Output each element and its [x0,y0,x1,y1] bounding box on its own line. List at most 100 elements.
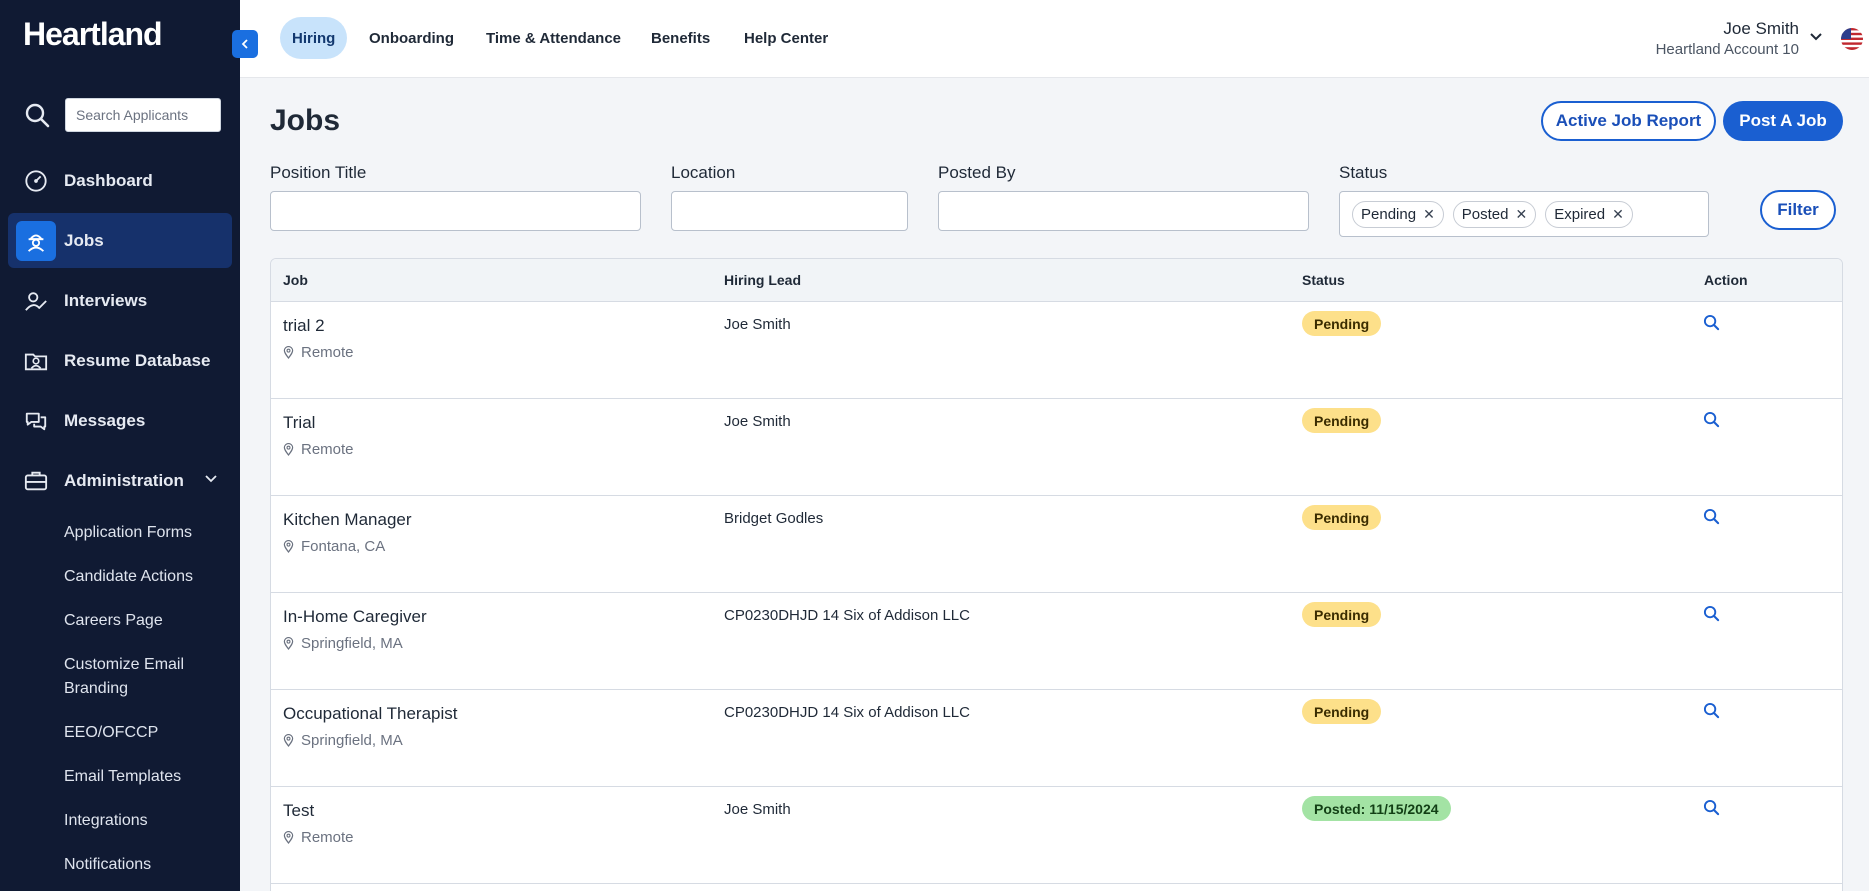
search-icon[interactable] [1703,508,1720,525]
heartland-logo[interactable]: Heartland [23,16,163,53]
status-multiselect[interactable]: Pending ✕ Posted ✕ Expired ✕ [1339,191,1709,237]
job-location: Remote [283,344,354,361]
view-job-action[interactable] [1703,799,1720,821]
collapse-sidebar-button[interactable] [232,30,258,58]
hiring-lead: Joe Smith [724,316,791,333]
location-pin-icon [283,637,294,650]
tab-time-attendance[interactable]: Time & Attendance [474,17,633,59]
job-title[interactable]: trial 2 [283,316,325,336]
table-header: Job Hiring Lead Status Action [271,259,1842,302]
sidebar-subitem-application-forms[interactable]: Application Forms [64,521,234,545]
sidebar-subitem-candidate-actions[interactable]: Candidate Actions [64,565,234,589]
active-job-report-button[interactable]: Active Job Report [1541,101,1716,141]
job-location-text: Fontana, CA [301,538,386,555]
status-badge: Pending [1302,505,1382,530]
job-title[interactable]: Test [283,801,314,821]
view-job-action[interactable] [1703,702,1720,724]
filter-button[interactable]: Filter [1760,190,1836,230]
sidebar-subitem-careers-page[interactable]: Careers Page [64,609,234,633]
sidebar-item-administration[interactable]: Administration [8,453,232,508]
location-input[interactable] [671,191,908,231]
sidebar-item-resume-database[interactable]: Resume Database [8,333,232,388]
hiring-lead: CP0230DHJD 14 Six of Addison LLC [724,607,970,624]
table-row[interactable]: In-Home Caregiver Springfield, MA CP0230DH… [271,593,1842,690]
table-row[interactable]: Occupational Therapist Springfield, MA CP0… [271,690,1842,787]
user-name[interactable]: Joe Smith [1723,19,1799,39]
search-icon[interactable] [1703,411,1720,428]
view-job-action[interactable] [1703,508,1720,530]
sidebar-item-jobs[interactable]: Jobs [8,213,232,268]
position-title-input[interactable] [270,191,641,231]
messages-chat-icon [22,407,50,435]
view-job-action[interactable] [1703,411,1720,433]
status-chip-posted: Posted ✕ [1452,200,1537,228]
job-title[interactable]: Occupational Therapist [283,704,458,724]
administration-briefcase-icon [22,467,50,495]
search-icon[interactable] [1703,702,1720,719]
chevron-down-icon[interactable] [1809,30,1823,44]
sidebar-item-interviews[interactable]: Interviews [8,273,232,328]
dashboard-gauge-icon [22,167,50,195]
search-applicants-input[interactable] [65,98,221,132]
table-row[interactable]: trial 2 Remote Joe Smith Pending [271,302,1842,399]
search-icon[interactable] [1703,314,1720,331]
hiring-lead: Joe Smith [724,801,791,818]
job-location: Remote [283,829,354,846]
sidebar-subitem-email-templates[interactable]: Email Templates [64,765,234,789]
job-location-text: Remote [301,441,354,458]
remove-chip-icon[interactable]: ✕ [1516,206,1528,223]
sidebar-subitem-eeo-ofccp[interactable]: EEO/OFCCP [64,721,234,745]
jobs-table: Job Hiring Lead Status Action trial 2 Rem… [270,258,1843,891]
tab-hiring[interactable]: Hiring [280,17,348,59]
table-row[interactable]: Test Remote Joe Smith Posted: 11/15/2024 [271,787,1842,884]
table-row[interactable]: Kitchen Manager Fontana, CA Bridget Godles… [271,496,1842,593]
status-badge: Posted: 11/15/2024 [1302,796,1451,821]
tab-help-center[interactable]: Help Center [732,17,840,59]
location-label: Location [671,163,736,182]
search-icon[interactable] [24,102,50,128]
job-location: Remote [283,441,354,458]
view-job-action[interactable] [1703,605,1720,627]
sidebar-item-messages[interactable]: Messages [8,393,232,448]
view-job-action[interactable] [1703,314,1720,336]
sidebar: Heartland Dashboard Jobs Interviews Resu… [0,0,240,891]
location-pin-icon [283,540,294,553]
column-header-job[interactable]: Job [283,272,308,288]
sidebar-subitem-customize-email-branding[interactable]: Customize Email Branding [64,653,204,701]
column-header-hiring-lead[interactable]: Hiring Lead [724,272,801,288]
remove-chip-icon[interactable]: ✕ [1612,206,1624,223]
column-header-status[interactable]: Status [1302,272,1345,288]
status-chip-expired: Expired ✕ [1545,200,1633,228]
tab-onboarding[interactable]: Onboarding [357,17,466,59]
location-pin-icon [283,346,294,359]
table-row[interactable]: Trial Remote Joe Smith Pending [271,399,1842,496]
remove-chip-icon[interactable]: ✕ [1423,206,1435,223]
status-badge: Pending [1302,408,1382,433]
sidebar-subitem-notifications[interactable]: Notifications [64,853,234,877]
account-name[interactable]: Heartland Account 10 [1656,41,1799,58]
applicant-search [24,98,221,132]
chevron-left-icon [241,39,248,49]
sidebar-item-label: Administration [64,470,184,490]
sidebar-item-label: Resume Database [64,350,211,370]
sidebar-subitem-integrations[interactable]: Integrations [64,809,234,833]
column-header-action: Action [1704,272,1748,288]
tab-benefits[interactable]: Benefits [639,17,722,59]
posted-by-input[interactable] [938,191,1309,231]
chevron-down-icon [205,475,217,483]
sidebar-item-dashboard[interactable]: Dashboard [8,153,232,208]
hiring-lead: CP0230DHJD 14 Six of Addison LLC [724,704,970,721]
chip-label: Expired [1554,205,1606,223]
search-icon[interactable] [1703,605,1720,622]
us-flag-icon[interactable] [1841,28,1863,50]
job-title[interactable]: Kitchen Manager [283,510,412,530]
job-title[interactable]: Trial [283,413,315,433]
hiring-lead: Bridget Godles [724,510,824,527]
job-title[interactable]: In-Home Caregiver [283,607,427,627]
job-location: Fontana, CA [283,538,385,555]
resume-folder-icon [22,347,50,375]
sidebar-item-label: Dashboard [64,170,153,190]
post-a-job-button[interactable]: Post A Job [1723,101,1843,141]
location-pin-icon [283,831,294,844]
search-icon[interactable] [1703,799,1720,816]
